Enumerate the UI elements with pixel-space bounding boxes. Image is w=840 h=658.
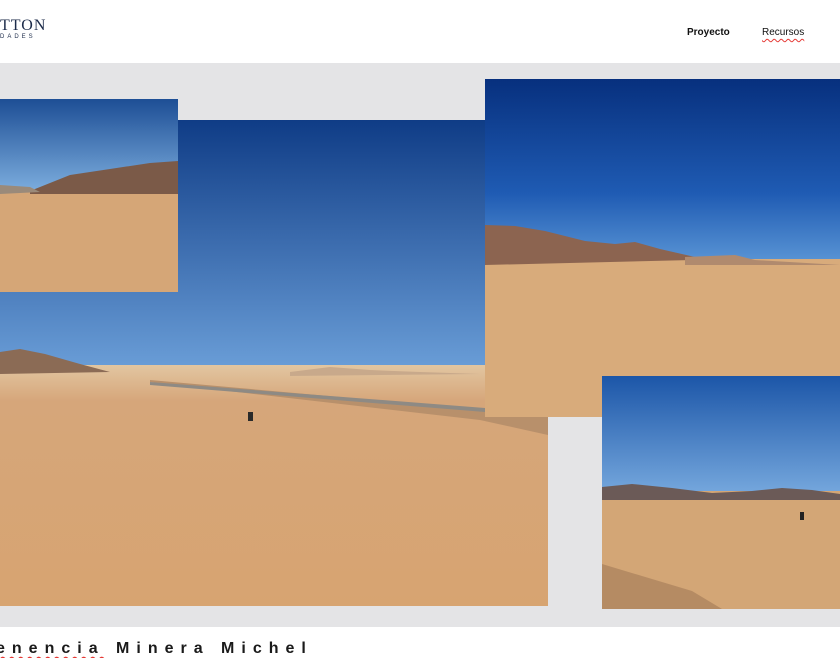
gallery-caption: enencia Minera Michel	[0, 640, 313, 658]
logo-text: TTON	[0, 17, 47, 34]
site-logo[interactable]: TTON DADES	[0, 17, 60, 43]
caption-word-misspelled: enencia	[0, 640, 105, 657]
desert-photo-top-left-image	[0, 99, 178, 292]
photo-gallery: enencia Minera Michel	[0, 63, 840, 657]
nav-link-proyecto[interactable]: Proyecto	[687, 27, 730, 38]
nav-link-recursos[interactable]: Recursos	[762, 27, 804, 38]
desert-photo-bottom-right[interactable]	[602, 376, 840, 609]
logo-subtext: DADES	[0, 34, 36, 40]
caption-rest: Minera Michel	[104, 640, 313, 657]
desert-photo-bottom-right-image	[602, 376, 840, 609]
site-header: TTON DADES Proyecto Recursos	[0, 0, 840, 63]
desert-photo-right-image	[485, 79, 840, 417]
desert-photo-top-left[interactable]	[0, 99, 178, 292]
desert-photo-right[interactable]	[485, 79, 840, 417]
